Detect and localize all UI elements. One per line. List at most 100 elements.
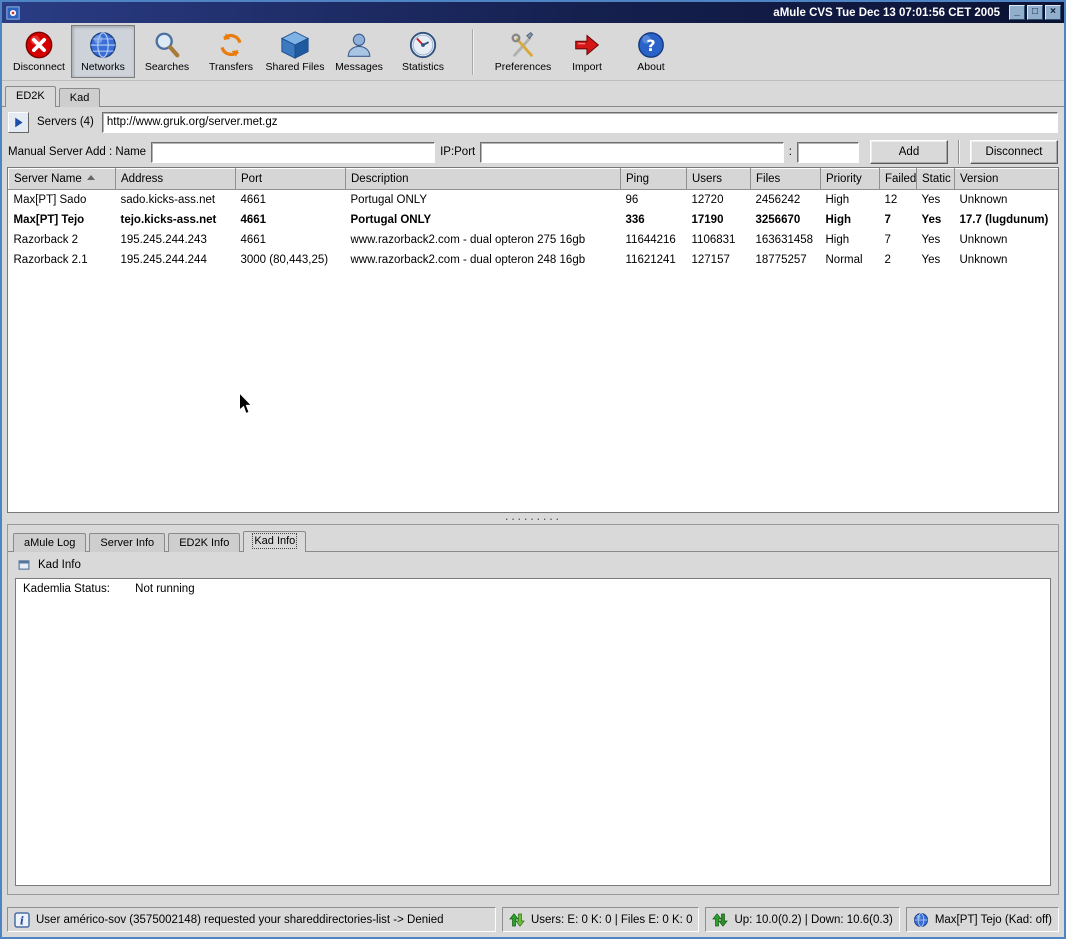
- server-row[interactable]: Max[PT] Tejotejo.kicks-ass.net4661Portug…: [9, 210, 1060, 230]
- server-cell: Unknown: [955, 250, 1060, 270]
- about-icon: ?: [636, 30, 666, 60]
- server-cell: Max[PT] Sado: [9, 190, 116, 210]
- toolbar-button-messages[interactable]: Messages: [327, 25, 391, 78]
- server-cell: 17190: [687, 210, 751, 230]
- server-list: Server NameAddressPort Description Ping Use…: [7, 167, 1059, 513]
- minimize-button[interactable]: _: [1009, 5, 1025, 20]
- column-header-label: Priority: [826, 173, 862, 185]
- server-cell: 4661: [236, 210, 346, 230]
- column-header-port[interactable]: Port: [236, 169, 346, 190]
- status-log-segment: i User américo-sov (3575002148) requeste…: [7, 907, 496, 932]
- column-header-ping[interactable]: Ping: [621, 169, 687, 190]
- server-cell: High: [821, 210, 880, 230]
- maximize-button[interactable]: □: [1027, 5, 1043, 20]
- tab-label: ED2K Info: [179, 537, 229, 549]
- toolbar-button-preferences[interactable]: Preferences: [491, 25, 555, 78]
- server-row[interactable]: Razorback 2.1195.245.244.2443000 (80,443…: [9, 250, 1060, 270]
- server-met-url-input[interactable]: [102, 112, 1058, 133]
- tab-label: Kad Info: [254, 535, 295, 547]
- transfers-icon: [216, 30, 246, 60]
- ip-port-label: IP:Port: [440, 146, 475, 158]
- toolbar-button-transfers[interactable]: Transfers: [199, 25, 263, 78]
- server-cell: sado.kicks-ass.net: [116, 190, 236, 210]
- window-controls: _ □ ×: [1009, 5, 1061, 20]
- toolbar-button-networks[interactable]: Networks: [71, 25, 135, 78]
- close-button[interactable]: ×: [1045, 5, 1061, 20]
- server-list-toggle-button[interactable]: [8, 112, 29, 133]
- tab-server-info[interactable]: Server Info: [89, 533, 165, 552]
- window-icon[interactable]: [6, 6, 20, 20]
- server-cell: Yes: [917, 230, 955, 250]
- port-separator-label: :: [789, 146, 792, 158]
- column-header-files[interactable]: Files: [751, 169, 821, 190]
- svg-text:i: i: [20, 914, 24, 927]
- server-cell: Portugal ONLY: [346, 210, 621, 230]
- server-cell: 4661: [236, 190, 346, 210]
- searches-icon: [152, 30, 182, 60]
- server-row[interactable]: Razorback 2195.245.244.2434661www.razorb…: [9, 230, 1060, 250]
- server-cell: 3256670: [751, 210, 821, 230]
- server-url-row: Servers (4): [2, 107, 1064, 137]
- messages-icon: [344, 30, 374, 60]
- server-cell: High: [821, 230, 880, 250]
- column-header-label: Static: [922, 173, 951, 185]
- server-ip-input[interactable]: [480, 142, 784, 163]
- server-cell: Normal: [821, 250, 880, 270]
- splitter[interactable]: [2, 513, 1064, 524]
- tab-kad-info[interactable]: Kad Info: [243, 531, 306, 552]
- server-cell: 7: [880, 210, 917, 230]
- column-header-users[interactable]: Users: [687, 169, 751, 190]
- server-name-input[interactable]: [151, 142, 435, 163]
- toolbar-button-label: Messages: [335, 61, 383, 73]
- toolbar-button-label: Import: [572, 61, 602, 73]
- toolbar-button-disconnect[interactable]: Disconnect: [7, 25, 71, 78]
- toolbar-button-about[interactable]: ?About: [619, 25, 683, 78]
- add-server-button[interactable]: Add: [870, 140, 948, 164]
- server-cell: Yes: [917, 190, 955, 210]
- maximize-icon: □: [1032, 6, 1038, 17]
- server-table: Server NameAddressPort Description Ping Use…: [8, 168, 1059, 270]
- column-header-static[interactable]: Static: [917, 169, 955, 190]
- column-header-server-name[interactable]: Server Name: [9, 169, 116, 190]
- status-users-text: Users: E: 0 K: 0 | Files E: 0 K: 0: [531, 914, 693, 926]
- column-header-version[interactable]: Version: [955, 169, 1060, 190]
- statistics-icon: [408, 30, 438, 60]
- server-port-input[interactable]: [797, 142, 859, 163]
- server-cell: Yes: [917, 210, 955, 230]
- toolbar-button-label: About: [637, 61, 664, 73]
- column-header-address[interactable]: Address: [116, 169, 236, 190]
- tab-ed2k[interactable]: ED2K: [5, 86, 56, 107]
- column-header-label: Users: [692, 173, 722, 185]
- column-header-priority[interactable]: Priority: [821, 169, 880, 190]
- column-header-label: Description: [351, 173, 409, 185]
- users-icon: [509, 912, 525, 928]
- server-cell: 96: [621, 190, 687, 210]
- toolbar-button-import[interactable]: Import: [555, 25, 619, 78]
- column-header-failed[interactable]: Failed: [880, 169, 917, 190]
- server-cell: Portugal ONLY: [346, 190, 621, 210]
- tab-ed2k-info[interactable]: ED2K Info: [168, 533, 240, 552]
- server-cell: 17.7 (lugdunum): [955, 210, 1060, 230]
- server-row[interactable]: Max[PT] Sadosado.kicks-ass.net4661Portug…: [9, 190, 1060, 210]
- server-cell: www.razorback2.com - dual opteron 275 16…: [346, 230, 621, 250]
- toolbar-button-statistics[interactable]: Statistics: [391, 25, 455, 78]
- manual-add-label: Manual Server Add : Name: [8, 146, 146, 158]
- server-cell: 12: [880, 190, 917, 210]
- status-connection-segment: Max[PT] Tejo (Kad: off): [906, 907, 1059, 932]
- tab-kad[interactable]: Kad: [59, 88, 101, 107]
- status-users-files-segment: Users: E: 0 K: 0 | Files E: 0 K: 0: [502, 907, 700, 932]
- toolbar: DisconnectNetworksSearches Transfers Share…: [2, 23, 1064, 81]
- servers-count-label: Servers (4): [37, 116, 94, 128]
- tab-amule-log[interactable]: aMule Log: [13, 533, 86, 552]
- server-cell: 163631458: [751, 230, 821, 250]
- status-speed-segment: Up: 10.0(0.2) | Down: 10.6(0.3): [705, 907, 899, 932]
- column-header-description[interactable]: Description: [346, 169, 621, 190]
- button-separator: [958, 140, 960, 164]
- server-table-body: Max[PT] Sadosado.kicks-ass.net4661Portug…: [9, 190, 1060, 270]
- toolbar-button-shared-files[interactable]: Shared Files: [263, 25, 327, 78]
- kad-status-value: Not running: [135, 583, 194, 595]
- toolbar-button-label: Transfers: [209, 61, 253, 73]
- server-disconnect-button[interactable]: Disconnect: [970, 140, 1058, 164]
- server-cell: tejo.kicks-ass.net: [116, 210, 236, 230]
- toolbar-button-searches[interactable]: Searches: [135, 25, 199, 78]
